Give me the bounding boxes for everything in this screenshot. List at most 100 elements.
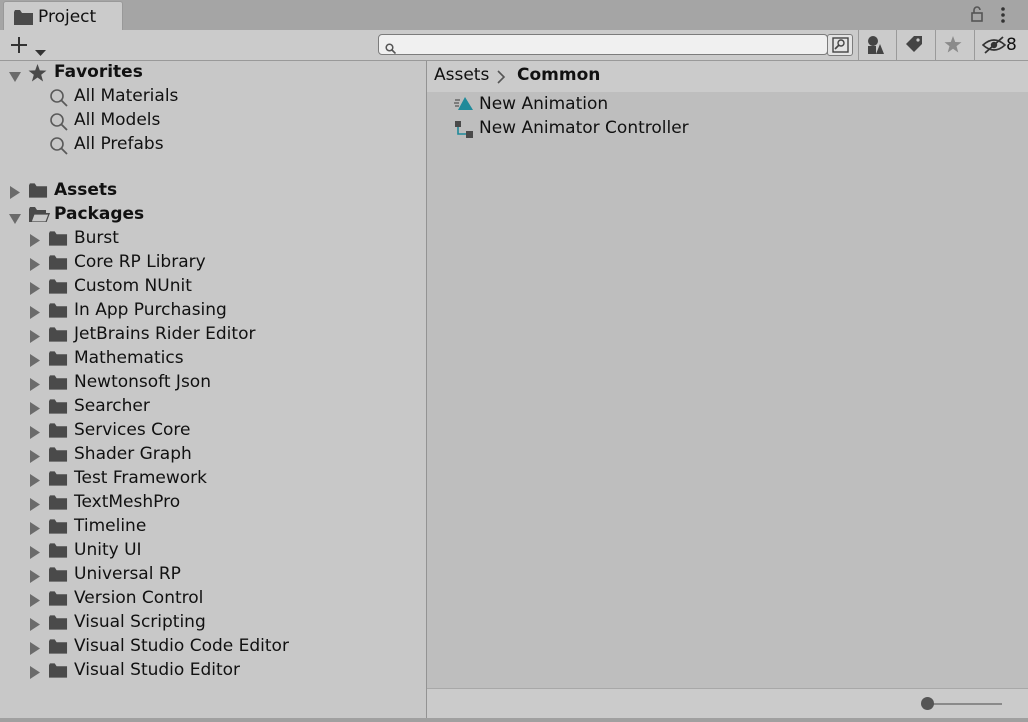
tree-package-item[interactable]: Custom NUnit [0, 275, 426, 299]
tree-label: Visual Studio Code Editor [74, 636, 289, 656]
tree-package-item[interactable]: Newtonsoft Json [0, 371, 426, 395]
folder-icon [49, 615, 68, 634]
tree-package-item[interactable]: Visual Scripting [0, 611, 426, 635]
search-new-window-icon [832, 37, 849, 57]
toolbar-separator [896, 30, 897, 60]
tab-label: Project [38, 7, 97, 27]
eye-slash-icon [981, 36, 1007, 58]
tree-package-item[interactable]: Timeline [0, 515, 426, 539]
toolbar-separator [974, 30, 975, 60]
asset-browser-panel: Assets Common New Animation New Animator… [427, 61, 1028, 718]
filter-by-type-button[interactable] [860, 33, 892, 57]
folder-icon [49, 351, 68, 370]
collapsed-arrow-icon[interactable] [30, 448, 40, 467]
collapsed-arrow-icon[interactable] [30, 256, 40, 275]
expanded-arrow-icon[interactable] [9, 209, 21, 228]
collapsed-arrow-icon[interactable] [30, 328, 40, 347]
tree-favorite-item[interactable]: All Materials [0, 85, 426, 109]
project-toolbar: 8 [0, 30, 1028, 61]
tree-label: Services Core [74, 420, 191, 440]
zoom-slider-track[interactable] [925, 703, 1002, 705]
hidden-packages-button[interactable] [976, 33, 1028, 57]
tree-assets[interactable]: Assets [0, 179, 426, 203]
tree-label: Burst [74, 228, 119, 248]
tree-label: TextMeshPro [74, 492, 181, 512]
tree-package-item[interactable]: Visual Studio Editor [0, 659, 426, 683]
star-icon [944, 36, 962, 57]
tree-label: JetBrains Rider Editor [74, 324, 256, 344]
create-asset-button[interactable] [9, 34, 51, 56]
folder-icon [49, 279, 68, 298]
expanded-arrow-icon[interactable] [9, 67, 21, 86]
tree-package-item[interactable]: Burst [0, 227, 426, 251]
collapsed-arrow-icon[interactable] [30, 568, 40, 587]
tree-label: Universal RP [74, 564, 181, 584]
tree-label: All Materials [74, 86, 179, 106]
collapsed-arrow-icon[interactable] [30, 280, 40, 299]
collapsed-arrow-icon[interactable] [30, 376, 40, 395]
tree-package-item[interactable]: Shader Graph [0, 443, 426, 467]
save-search-button[interactable] [937, 33, 969, 57]
tree-package-item[interactable]: Mathematics [0, 347, 426, 371]
search-new-window-button[interactable] [827, 34, 853, 56]
collapsed-arrow-icon[interactable] [30, 520, 40, 539]
tree-package-item[interactable]: Core RP Library [0, 251, 426, 275]
folder-icon [49, 519, 68, 538]
collapsed-arrow-icon[interactable] [30, 616, 40, 635]
breadcrumb-common[interactable]: Common [517, 65, 600, 85]
search-field[interactable] [378, 34, 828, 55]
star-icon [28, 64, 47, 86]
tree-favorites[interactable]: Favorites [0, 61, 426, 85]
zoom-slider-thumb[interactable] [921, 697, 934, 710]
search-input[interactable] [401, 36, 825, 55]
collapsed-arrow-icon[interactable] [10, 184, 20, 203]
breadcrumb: Assets Common [427, 61, 1028, 92]
tree-favorite-item[interactable]: All Models [0, 109, 426, 133]
tree-packages[interactable]: Packages [0, 203, 426, 227]
tree-package-item[interactable]: Test Framework [0, 467, 426, 491]
tree-favorite-item[interactable]: All Prefabs [0, 133, 426, 157]
collapsed-arrow-icon[interactable] [30, 496, 40, 515]
tree-package-item[interactable]: Universal RP [0, 563, 426, 587]
tree-label: Visual Scripting [74, 612, 206, 632]
tree-label: Unity UI [74, 540, 142, 560]
collapsed-arrow-icon[interactable] [30, 544, 40, 563]
tree-label: All Models [74, 110, 161, 130]
breadcrumb-assets[interactable]: Assets [434, 65, 489, 85]
tab-project[interactable]: Project [3, 1, 123, 30]
tree-label: Packages [54, 204, 145, 224]
tree-label: Mathematics [74, 348, 184, 368]
collapsed-arrow-icon[interactable] [30, 424, 40, 443]
tree-label: Favorites [54, 62, 143, 82]
tree-package-item[interactable]: JetBrains Rider Editor [0, 323, 426, 347]
filter-by-label-button[interactable] [898, 33, 930, 57]
collapsed-arrow-icon[interactable] [30, 640, 40, 659]
tree-package-item[interactable]: Searcher [0, 395, 426, 419]
window-title-bar: Project [0, 0, 1028, 30]
tree-package-item[interactable]: Visual Studio Code Editor [0, 635, 426, 659]
tree-package-item[interactable]: In App Purchasing [0, 299, 426, 323]
tree-package-item[interactable]: Unity UI [0, 539, 426, 563]
collapsed-arrow-icon[interactable] [30, 400, 40, 419]
collapsed-arrow-icon[interactable] [30, 304, 40, 323]
collapsed-arrow-icon[interactable] [30, 472, 40, 491]
tree-package-item[interactable]: TextMeshPro [0, 491, 426, 515]
folder-icon [49, 375, 68, 394]
collapsed-arrow-icon[interactable] [30, 232, 40, 251]
lock-icon[interactable] [970, 6, 984, 26]
collapsed-arrow-icon[interactable] [30, 352, 40, 371]
animation-clip-icon [454, 96, 474, 116]
asset-item[interactable]: New Animation [427, 93, 1028, 117]
collapsed-arrow-icon[interactable] [30, 592, 40, 611]
folder-icon [49, 639, 68, 658]
folder-icon [49, 447, 68, 466]
folder-icon [49, 327, 68, 346]
folder-icon [29, 183, 48, 202]
tree-package-item[interactable]: Services Core [0, 419, 426, 443]
asset-item[interactable]: New Animator Controller [427, 117, 1028, 141]
tree-package-item[interactable]: Version Control [0, 587, 426, 611]
tree-label: Core RP Library [74, 252, 206, 272]
collapsed-arrow-icon[interactable] [30, 664, 40, 683]
tree-label: Searcher [74, 396, 150, 416]
kebab-menu-icon[interactable] [1000, 6, 1006, 28]
